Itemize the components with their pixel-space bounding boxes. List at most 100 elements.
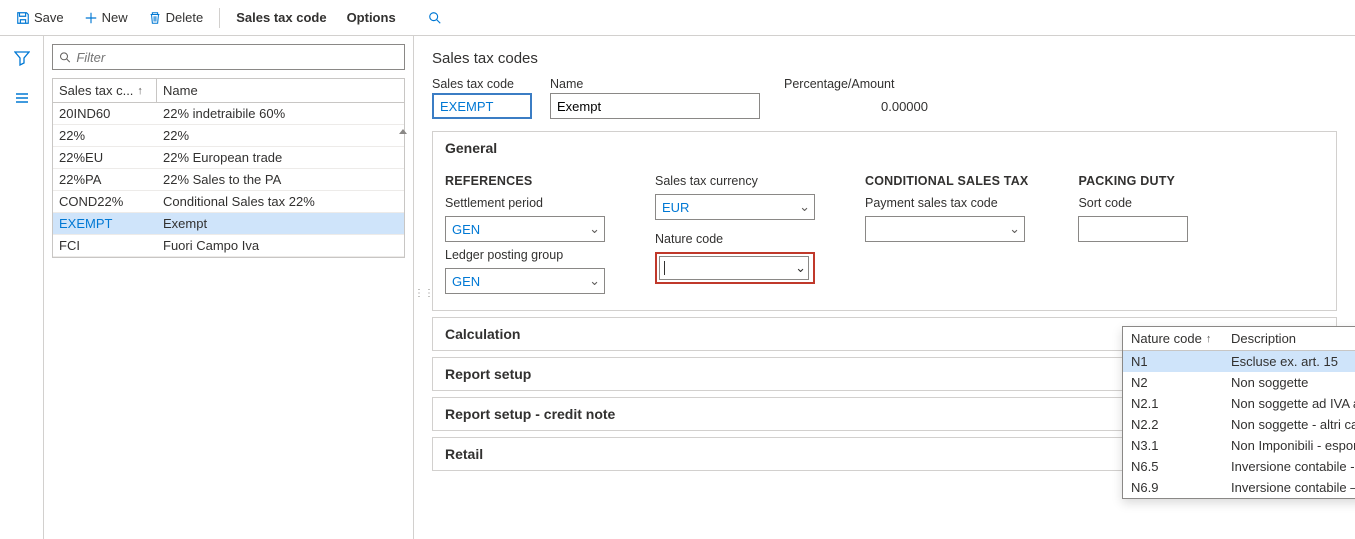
sort-asc-icon: ↑ xyxy=(1206,333,1212,345)
dd-code: N6.9 xyxy=(1131,480,1231,495)
dd-desc: Inversione contabile - cessione di telef… xyxy=(1231,459,1355,474)
new-label: New xyxy=(102,10,128,25)
dd-desc: Escluse ex. art. 15 xyxy=(1231,354,1355,369)
dd-desc: Non soggette xyxy=(1231,375,1355,390)
cell-name: 22% xyxy=(157,125,404,146)
delete-label: Delete xyxy=(166,10,204,25)
col-header-name[interactable]: Name xyxy=(157,79,404,102)
dropdown-col-code[interactable]: Nature code ↑ xyxy=(1131,331,1231,346)
cell-code: 22% xyxy=(53,125,157,146)
list-pane: Sales tax c... ↑ Name 20IND6022% indetra… xyxy=(44,36,414,539)
sales-tax-code-input[interactable] xyxy=(432,93,532,119)
payment-label: Payment sales tax code xyxy=(865,196,1028,210)
scroll-up-icon[interactable] xyxy=(397,126,411,141)
dropdown-item[interactable]: N3.1Non Imponibili - esportazioni xyxy=(1123,435,1355,456)
cell-name: Conditional Sales tax 22% xyxy=(157,191,404,212)
cell-code: EXEMPT xyxy=(53,213,157,234)
dd-desc: Inversione contabile – altri casi xyxy=(1231,480,1355,495)
cell-name: Exempt xyxy=(157,213,404,234)
cell-code: 22%EU xyxy=(53,147,157,168)
settlement-period-dropdown[interactable]: GEN ⌄ xyxy=(445,216,605,242)
grid-header: Sales tax c... ↑ Name xyxy=(53,79,404,103)
grid: Sales tax c... ↑ Name 20IND6022% indetra… xyxy=(52,78,405,258)
cell-code: 22%PA xyxy=(53,169,157,190)
dropdown-col-desc[interactable]: Description xyxy=(1231,331,1355,346)
fasttab-general: General REFERENCES Settlement period GEN… xyxy=(432,131,1337,311)
dd-desc: Non soggette ad IVA ai sensi degli artt.… xyxy=(1231,396,1355,411)
filter-box[interactable] xyxy=(52,44,405,70)
table-row[interactable]: 22%22% xyxy=(53,125,404,147)
related-info-button[interactable] xyxy=(10,86,34,110)
save-label: Save xyxy=(34,10,64,25)
chevron-down-icon: ⌄ xyxy=(795,260,806,276)
save-icon xyxy=(16,11,30,25)
currency-dropdown[interactable]: EUR ⌄ xyxy=(655,194,815,220)
table-row[interactable]: 22%EU22% European trade xyxy=(53,147,404,169)
packing-heading: PACKING DUTY xyxy=(1078,174,1188,188)
table-row[interactable]: FCIFuori Campo Iva xyxy=(53,235,404,257)
fasttab-general-header[interactable]: General xyxy=(433,132,1336,164)
nature-code-dropdown[interactable]: ⌄ xyxy=(659,256,809,280)
payment-sales-tax-dropdown[interactable]: ⌄ xyxy=(865,216,1025,242)
currency-label: Sales tax currency xyxy=(655,174,815,188)
conditional-heading: CONDITIONAL SALES TAX xyxy=(865,174,1028,188)
nature-code-dropdown-panel: Nature code ↑ Description N1Escluse ex. … xyxy=(1122,326,1355,499)
nature-code-highlight: ⌄ xyxy=(655,252,815,284)
dropdown-item[interactable]: N2Non soggette xyxy=(1123,372,1355,393)
references-heading: REFERENCES xyxy=(445,174,605,188)
dd-code: N2.2 xyxy=(1131,417,1231,432)
sales-tax-code-menu[interactable]: Sales tax code xyxy=(228,6,334,29)
dd-desc: Non soggette - altri casi xyxy=(1231,417,1355,432)
new-button[interactable]: New xyxy=(76,6,136,29)
trash-icon xyxy=(148,11,162,25)
nature-label: Nature code xyxy=(655,232,815,246)
dropdown-header: Nature code ↑ Description xyxy=(1123,327,1355,351)
pct-label: Percentage/Amount xyxy=(784,77,934,91)
text-cursor xyxy=(664,261,665,275)
options-menu[interactable]: Options xyxy=(339,6,404,29)
delete-button[interactable]: Delete xyxy=(140,6,212,29)
dropdown-item[interactable]: N1Escluse ex. art. 15 xyxy=(1123,351,1355,372)
name-label: Name xyxy=(550,77,760,91)
filter-input[interactable] xyxy=(76,50,398,65)
dropdown-item[interactable]: N6.5Inversione contabile - cessione di t… xyxy=(1123,456,1355,477)
chevron-down-icon: ⌄ xyxy=(1009,221,1020,237)
ledger-posting-dropdown[interactable]: GEN ⌄ xyxy=(445,268,605,294)
search-button[interactable] xyxy=(420,7,450,29)
name-input[interactable] xyxy=(550,93,760,119)
sort-asc-icon: ↑ xyxy=(137,85,143,97)
sortcode-label: Sort code xyxy=(1078,196,1188,210)
detail-pane: ⋮⋮ Sales tax codes Sales tax code Name P… xyxy=(414,36,1355,539)
cell-code: 20IND60 xyxy=(53,103,157,124)
code-label: Sales tax code xyxy=(432,77,532,91)
dd-code: N6.5 xyxy=(1131,459,1231,474)
separator xyxy=(219,8,220,28)
dropdown-item[interactable]: N2.1Non soggette ad IVA ai sensi degli a… xyxy=(1123,393,1355,414)
dropdown-item[interactable]: N2.2Non soggette - altri casi xyxy=(1123,414,1355,435)
col-header-code[interactable]: Sales tax c... ↑ xyxy=(53,79,157,102)
cell-name: 22% Sales to the PA xyxy=(157,169,404,190)
page-title: Sales tax codes xyxy=(432,50,1337,67)
chevron-down-icon: ⌄ xyxy=(799,199,810,215)
chevron-down-icon: ⌄ xyxy=(589,273,600,289)
splitter-grip[interactable]: ⋮⋮ xyxy=(414,288,434,299)
filter-pane-button[interactable] xyxy=(10,46,34,70)
table-row[interactable]: COND22%Conditional Sales tax 22% xyxy=(53,191,404,213)
cell-name: 22% indetraibile 60% xyxy=(157,103,404,124)
plus-icon xyxy=(84,11,98,25)
dd-code: N2.1 xyxy=(1131,396,1231,411)
chevron-down-icon: ⌄ xyxy=(589,221,600,237)
ledger-label: Ledger posting group xyxy=(445,248,605,262)
table-row[interactable]: 20IND6022% indetraibile 60% xyxy=(53,103,404,125)
save-button[interactable]: Save xyxy=(8,6,72,29)
sort-code-input[interactable] xyxy=(1078,216,1188,242)
dd-code: N3.1 xyxy=(1131,438,1231,453)
percentage-value xyxy=(784,93,934,119)
cell-code: COND22% xyxy=(53,191,157,212)
dropdown-item[interactable]: N6.9Inversione contabile – altri casi xyxy=(1123,477,1355,498)
table-row[interactable]: 22%PA22% Sales to the PA xyxy=(53,169,404,191)
settlement-label: Settlement period xyxy=(445,196,605,210)
dd-code: N1 xyxy=(1131,354,1231,369)
table-row[interactable]: EXEMPTExempt xyxy=(53,213,404,235)
cell-code: FCI xyxy=(53,235,157,256)
